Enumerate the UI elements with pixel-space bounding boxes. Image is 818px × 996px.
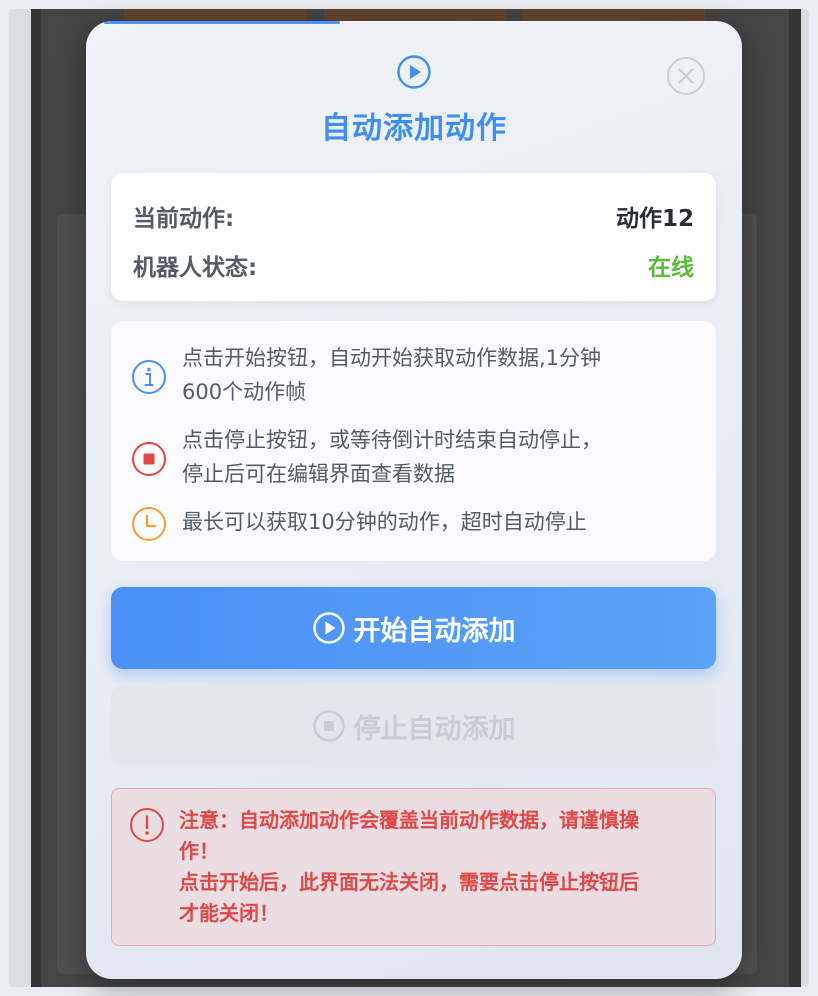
stop-button-label: 停止自动添加 xyxy=(353,713,516,745)
play-circle-icon xyxy=(397,55,431,89)
instruction-text: 点击停止按钮，或等待倒计时结束自动停止， 停止后可在编辑界面查看数据 xyxy=(182,428,602,486)
instruction-item: 点击开始按钮，自动开始获取动作数据,1分钟 600个动作帧 xyxy=(131,341,696,409)
robot-status-label: 机器人状态: xyxy=(133,255,258,281)
warning-text: 注意：自动添加动作会覆盖当前动作数据，请谨慎操 作！ 点击开始后，此界面无法关闭… xyxy=(179,808,639,925)
stop-circle-icon xyxy=(312,710,345,742)
status-card: 当前动作: 动作12 机器人状态: 在线 xyxy=(111,173,716,301)
warning-notice: 注意：自动添加动作会覆盖当前动作数据，请谨慎操 作！ 点击开始后，此界面无法关闭… xyxy=(111,788,716,946)
instruction-text: 点击开始按钮，自动开始获取动作数据,1分钟 600个动作帧 xyxy=(182,346,602,404)
dialog-title: 自动添加动作 xyxy=(321,111,507,146)
start-button-label: 开始自动添加 xyxy=(353,615,516,647)
current-action-row: 当前动作: 动作12 xyxy=(133,199,694,233)
exclamation-circle-icon xyxy=(130,808,164,842)
info-icon xyxy=(132,360,166,394)
auto-add-dialog: 自动添加动作 当前动作: 动作12 机器人状态: 在线 点击开始按钮，自动开始获… xyxy=(86,21,742,979)
robot-status-value: 在线 xyxy=(648,255,694,281)
current-action-label: 当前动作: xyxy=(133,206,235,232)
instruction-text: 最长可以获取10分钟的动作，超时自动停止 xyxy=(182,510,587,534)
instruction-item: 最长可以获取10分钟的动作，超时自动停止 xyxy=(131,505,696,542)
countdown-progress-bar xyxy=(104,21,340,24)
play-circle-icon xyxy=(312,612,345,644)
instructions-card: 点击开始按钮，自动开始获取动作数据,1分钟 600个动作帧 点击停止按钮，或等待… xyxy=(111,321,716,561)
start-auto-add-button[interactable]: 开始自动添加 xyxy=(111,587,716,669)
current-action-value: 动作12 xyxy=(615,206,694,232)
instruction-item: 点击停止按钮，或等待倒计时结束自动停止， 停止后可在编辑界面查看数据 xyxy=(131,423,696,491)
close-button[interactable] xyxy=(666,56,706,96)
stop-icon xyxy=(132,442,166,476)
robot-status-row: 机器人状态: 在线 xyxy=(133,248,694,282)
clock-icon xyxy=(132,507,166,541)
stop-auto-add-button[interactable]: 停止自动添加 xyxy=(111,685,716,767)
close-circle-icon xyxy=(667,57,705,95)
